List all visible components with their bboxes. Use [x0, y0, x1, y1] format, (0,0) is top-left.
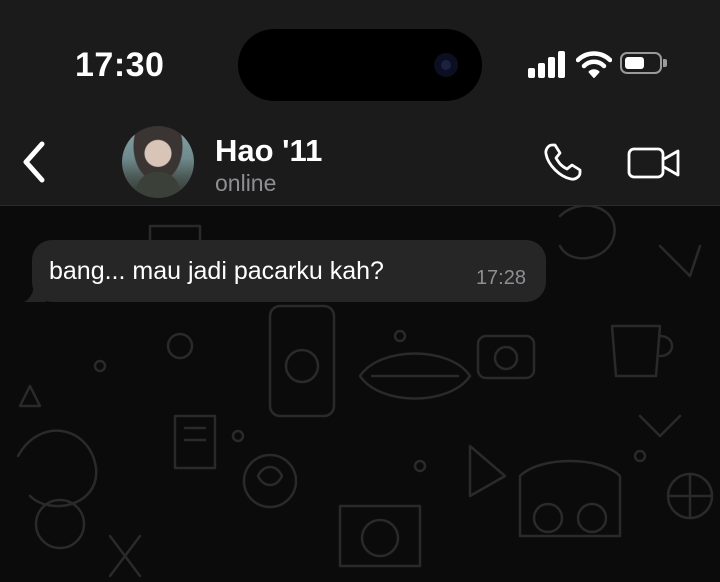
contact-name[interactable]: Hao '11 [215, 133, 322, 169]
contact-status: online [215, 170, 277, 196]
chat-area[interactable]: bang... mau jadi pacarku kah? 17:28 [0, 206, 720, 582]
cellular-signal-icon [528, 50, 568, 78]
video-camera-icon[interactable] [627, 146, 681, 180]
battery-icon [620, 52, 667, 74]
top-bar: 17:30 Hao '11 online [0, 0, 720, 205]
contact-avatar[interactable] [122, 126, 194, 198]
wifi-icon [576, 51, 612, 78]
message-bubble-incoming[interactable]: bang... mau jadi pacarku kah? 17:28 [24, 240, 546, 302]
dynamic-island [238, 29, 482, 101]
back-button[interactable] [18, 140, 50, 184]
message-text: bang... mau jadi pacarku kah? [49, 257, 384, 285]
phone-icon[interactable] [542, 141, 586, 183]
status-time: 17:30 [75, 46, 165, 84]
message-timestamp: 17:28 [475, 267, 526, 289]
bubble-tail [24, 282, 46, 302]
front-camera [434, 53, 458, 77]
